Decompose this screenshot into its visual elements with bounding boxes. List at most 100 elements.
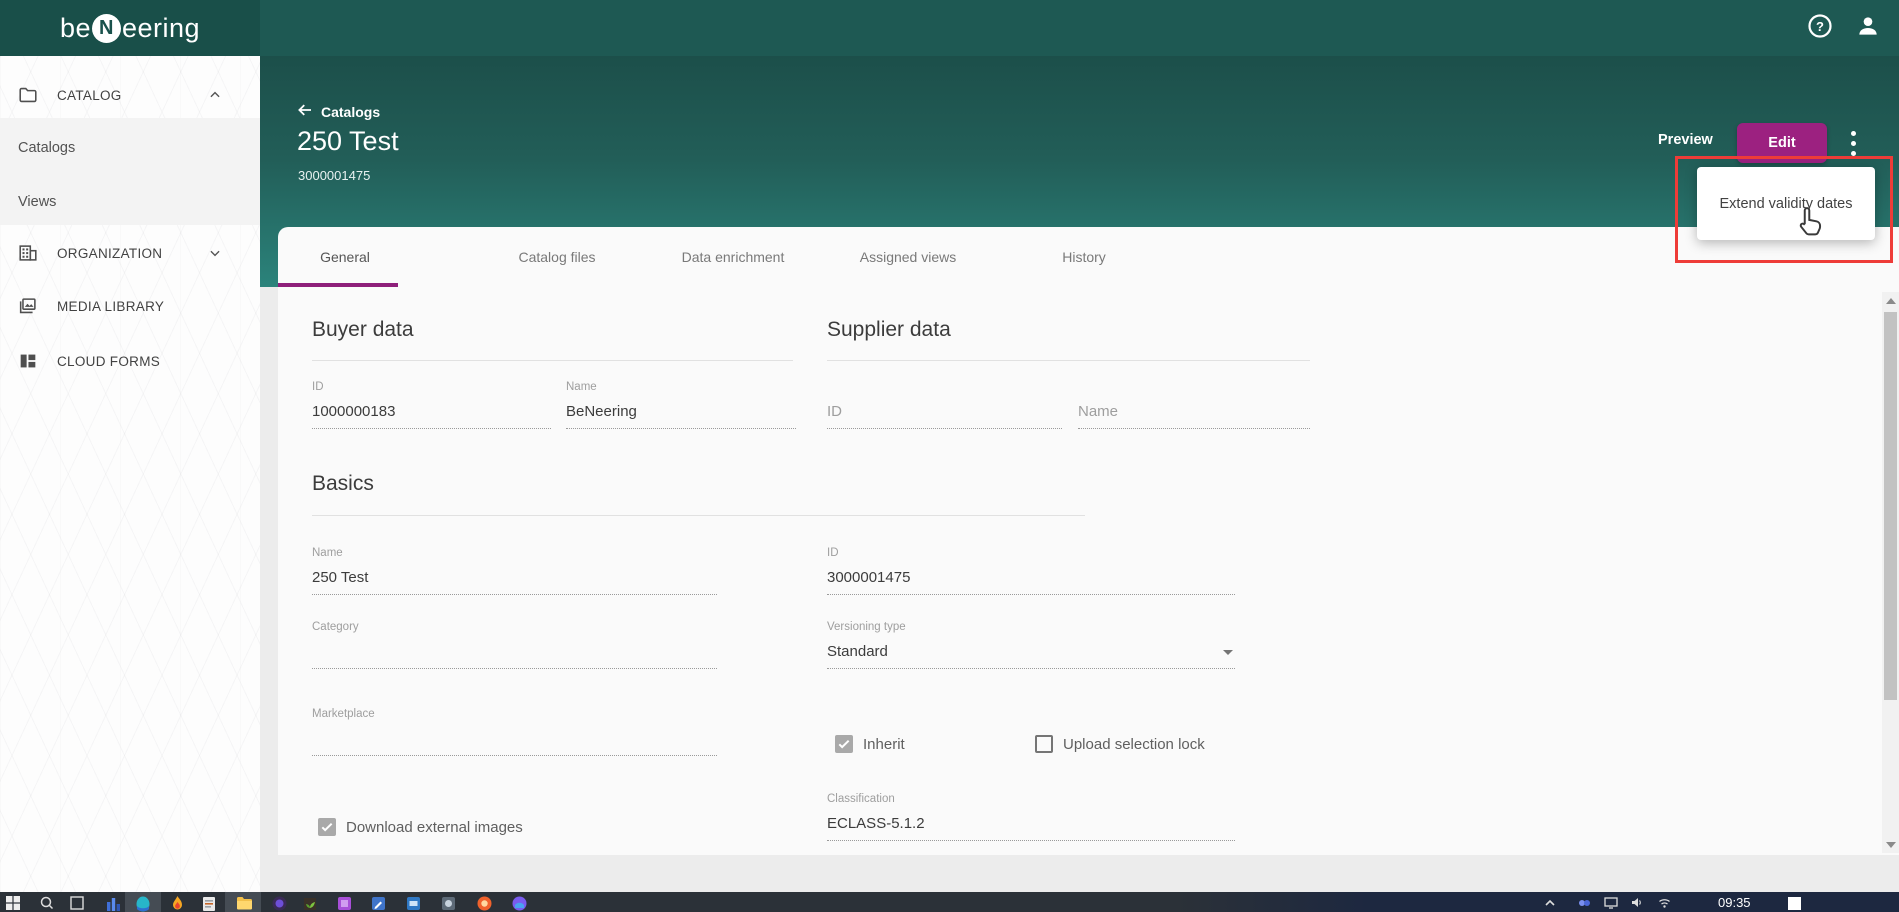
taskbar-app-blue-box-icon[interactable] [406,896,421,912]
taskbar-clock[interactable]: 09:35 [1718,895,1751,910]
notification-center-icon[interactable] [1788,897,1801,910]
tray-display-icon[interactable] [1604,896,1618,912]
more-actions-kebab-icon[interactable] [1846,127,1860,159]
building-icon [17,242,39,264]
download-external-images-checkbox[interactable] [318,818,336,836]
back-label: Catalogs [321,103,381,120]
tab-assigned-views[interactable]: Assigned views [850,227,967,287]
sidebar-item-views[interactable]: Views [18,194,56,210]
classification-field[interactable]: Classification ECLASS-5.1.2 [827,788,1235,841]
menu-item-extend-validity-dates[interactable]: Extend validity dates [1720,196,1853,212]
buyer-section-divider [312,360,793,361]
supplier-data-heading: Supplier data [827,318,951,341]
field-value: BeNeering [566,398,796,429]
field-label: Name [312,547,343,559]
tray-expand-caret-icon[interactable] [1544,896,1556,912]
scroll-up-arrow-icon[interactable] [1882,292,1899,309]
tab-general[interactable]: General [310,227,380,287]
taskbar-app-purple-circle-icon[interactable] [272,896,287,912]
tab-catalog-files[interactable]: Catalog files [508,227,605,287]
sidebar-item-catalog[interactable]: CATALOG [0,73,260,117]
supplier-section-divider [827,360,1310,361]
taskbar-app-document-icon[interactable] [202,896,216,912]
scroll-down-arrow-icon[interactable] [1882,836,1899,853]
buyer-name-field[interactable]: Name BeNeering [566,376,796,429]
basics-heading: Basics [312,472,374,495]
tab-history[interactable]: History [1052,227,1116,287]
tray-network-icon[interactable] [1658,896,1671,912]
field-value [312,638,717,669]
hand-cursor-icon [1792,203,1826,246]
upload-selection-lock-checkbox[interactable] [1035,735,1053,753]
sidebar-item-media-library[interactable]: MEDIA LIBRARY [0,284,260,328]
sidebar-item-catalogs[interactable]: Catalogs [18,140,75,156]
field-label [1078,376,1310,398]
supplier-id-field[interactable]: ID [827,376,1062,429]
basics-id-field[interactable]: ID 3000001475 [827,542,1235,595]
tab-data-enrichment[interactable]: Data enrichment [672,227,795,287]
field-value [312,725,717,756]
field-label: ID [312,381,324,393]
marketplace-field[interactable]: Marketplace [312,703,717,756]
forms-icon [17,350,39,372]
beneering-logo: be N eering [60,13,200,44]
tab-bar: General Catalog files Data enrichment As… [278,227,1899,287]
page-title: 250 Test [297,126,399,156]
search-icon[interactable] [40,896,54,912]
category-field[interactable]: Category [312,616,717,669]
versioning-type-select[interactable]: Versioning type Standard [827,616,1235,669]
sidebar-item-label: CATALOG [57,87,122,103]
field-label: Versioning type [827,621,906,633]
supplier-name-field[interactable]: Name [1078,376,1310,429]
chevron-down-icon [208,246,222,260]
logo-text-prefix: be [59,12,91,43]
taskbar-app-flame-icon[interactable] [170,896,185,912]
taskbar-app-purple-square-icon[interactable] [337,896,352,912]
field-value: ECLASS-5.1.2 [827,810,1235,841]
field-label: Classification [827,793,895,805]
logo-text-suffix: eering [121,12,201,43]
download-external-images-row[interactable]: Download external images [318,818,523,836]
upload-selection-lock-row[interactable]: Upload selection lock [1035,735,1205,753]
tray-app-icon[interactable] [1578,896,1591,912]
scrollbar-thumb[interactable] [1884,312,1897,700]
taskbar-app-blue-bars-icon[interactable] [106,896,121,912]
sidebar-item-organization[interactable]: ORGANIZATION [0,231,260,275]
user-icon[interactable] [1855,13,1881,44]
file-explorer-icon[interactable] [236,896,252,912]
checkbox-label: Inherit [863,735,905,753]
windows-taskbar: 09:35 [0,892,1899,912]
preview-button[interactable]: Preview [1650,128,1721,152]
tray-speaker-icon[interactable] [1630,896,1643,912]
help-icon[interactable]: ? [1807,13,1833,44]
back-to-catalogs-link[interactable]: Catalogs [296,101,380,122]
taskbar-app-violet-icon[interactable] [512,896,527,912]
media-icon [17,295,39,317]
taskbar-app-teal-egg-icon[interactable] [135,896,151,912]
sidebar-item-label: CLOUD FORMS [57,353,161,369]
task-view-icon[interactable] [70,896,84,912]
page-subtitle: 3000001475 [298,168,371,183]
select-caret-icon [1223,650,1233,655]
start-button-icon[interactable] [6,896,20,912]
vertical-scrollbar[interactable] [1882,292,1899,853]
back-arrow-icon [296,101,314,122]
logo-n-icon: N [91,13,121,43]
checkbox-label: Upload selection lock [1063,735,1205,753]
edit-button[interactable]: Edit [1737,123,1827,163]
sidebar-item-cloud-forms[interactable]: CLOUD FORMS [0,339,260,383]
inherit-checkbox[interactable] [835,735,853,753]
active-tab-underline [278,283,398,287]
taskbar-app-gray-icon[interactable] [441,896,456,912]
sidebar-item-label: ORGANIZATION [57,245,163,261]
sidebar-item-label: MEDIA LIBRARY [57,298,165,314]
taskbar-app-orange-circle-icon[interactable] [477,896,492,912]
taskbar-app-green-icon[interactable] [303,896,317,912]
field-label [827,376,1062,398]
basics-name-field[interactable]: Name 250 Test [312,542,717,595]
field-value: 250 Test [312,564,717,595]
inherit-checkbox-row[interactable]: Inherit [835,735,905,753]
catalog-subnav: Catalogs Views [0,118,260,225]
taskbar-app-pen-icon[interactable] [371,896,386,912]
buyer-id-field[interactable]: ID 1000000183 [312,376,551,429]
